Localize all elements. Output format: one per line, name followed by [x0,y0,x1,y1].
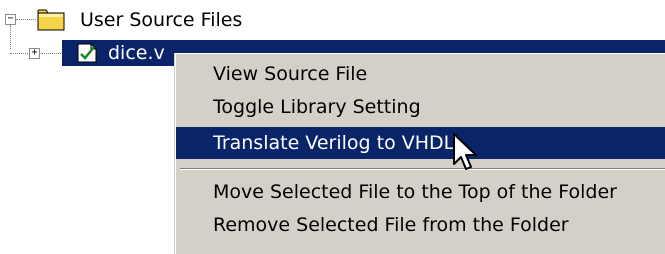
menu-item-view-source-file[interactable]: View Source File [176,59,665,90]
expand-expander[interactable]: + [29,48,40,59]
tree-connector [10,25,12,49]
menu-item-toggle-library-setting[interactable]: Toggle Library Setting [176,92,665,123]
tree-connector [41,53,61,55]
menu-item-translate-verilog-to-vhdl[interactable]: Translate Verilog to VHDL [176,127,665,159]
folder-icon [37,9,65,31]
tree-item-label[interactable]: User Source Files [80,9,242,31]
tree-connector [10,53,28,55]
verilog-file-icon [77,43,97,63]
tree-item-label: dice.v [108,42,165,64]
plus-icon: + [31,47,38,58]
menu-separator [180,168,665,170]
tree-connector [16,19,36,21]
collapse-expander[interactable]: − [5,14,16,25]
menu-item-move-to-top[interactable]: Move Selected File to the Top of the Fol… [176,177,665,208]
menu-item-remove-file[interactable]: Remove Selected File from the Folder [176,210,665,241]
context-menu: View Source File Toggle Library Setting … [175,53,665,254]
minus-icon: − [7,13,14,24]
mouse-cursor-icon [453,133,477,170]
